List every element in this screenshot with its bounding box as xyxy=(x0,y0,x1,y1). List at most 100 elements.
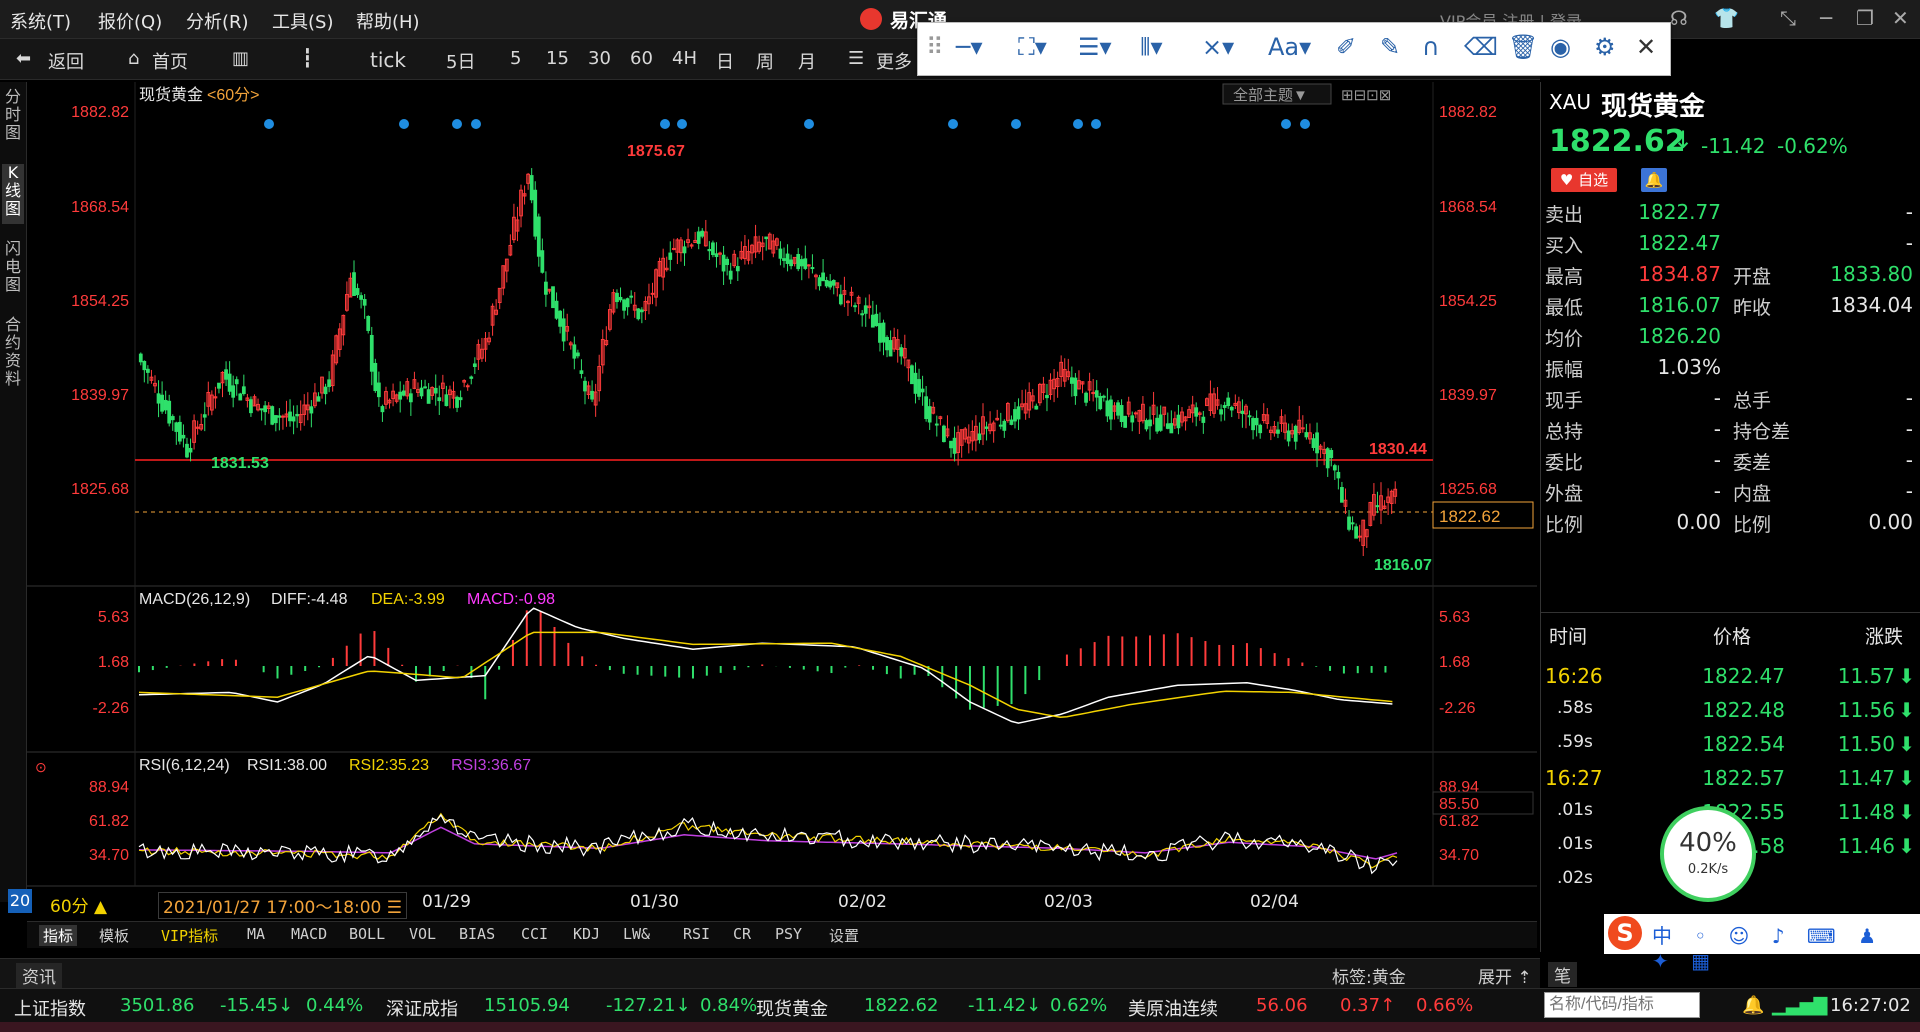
notes-tab[interactable]: 笔 xyxy=(1548,962,1577,987)
sogou-logo-icon[interactable]: S xyxy=(1608,916,1642,950)
tab-timeshare[interactable]: 分时图 xyxy=(2,88,24,148)
event-dot[interactable] xyxy=(399,119,409,129)
tab-boll[interactable]: BOLL xyxy=(349,925,385,943)
bar-chart-icon[interactable]: ▥ xyxy=(232,48,249,69)
period-5[interactable]: 5 xyxy=(510,48,521,69)
home-icon[interactable]: ⌂ xyxy=(128,48,139,69)
event-markers[interactable] xyxy=(264,119,1310,129)
ticker-name[interactable]: 美原油连续 xyxy=(1128,995,1218,1021)
tab-template[interactable]: 模板 xyxy=(99,925,129,946)
menu-quote[interactable]: 报价(Q) xyxy=(98,8,162,34)
menu-analysis[interactable]: 分析(R) xyxy=(186,8,249,34)
period-selector[interactable]: 60分 ▲ xyxy=(50,892,107,917)
tab-psy[interactable]: PSY xyxy=(775,925,802,943)
menu-help[interactable]: 帮助(H) xyxy=(356,8,420,34)
time-range-label[interactable]: 2021/01/27 17:00～18:00 ☰ xyxy=(158,892,408,919)
period-day[interactable]: 日 xyxy=(716,48,734,74)
pattern-tool-icon[interactable]: ⨯▾ xyxy=(1202,33,1234,61)
menu-tools[interactable]: 工具(S) xyxy=(272,8,333,34)
ticker-name[interactable]: 上证指数 xyxy=(14,995,86,1021)
event-dot[interactable] xyxy=(1011,119,1021,129)
settings-icon[interactable]: ⚙ xyxy=(1594,33,1616,61)
tab-kline[interactable]: K线图 xyxy=(2,164,24,224)
ime-toolbar[interactable]: S 中 ◦ ☺ ♪ ⌨ ♟ ✦ ▦ xyxy=(1604,914,1920,973)
text-tool-icon[interactable]: Aa▾ xyxy=(1268,33,1311,61)
theme-button[interactable]: 全部主题▼ xyxy=(1233,86,1308,104)
period-selector-label[interactable]: 60分 xyxy=(50,897,89,917)
ticker-name[interactable]: 现货黄金 xyxy=(756,995,828,1021)
tab-contract-info[interactable]: 合约资料 xyxy=(2,316,24,396)
tab-kdj[interactable]: KDJ xyxy=(573,925,600,943)
line-tool-icon[interactable]: ─▾ xyxy=(956,33,983,61)
period-30[interactable]: 30 xyxy=(588,48,611,69)
rect-tool-icon[interactable]: ⛶▾ xyxy=(1018,33,1047,61)
period-15[interactable]: 15 xyxy=(546,48,569,69)
tab-macd[interactable]: MACD xyxy=(291,925,327,943)
period-4h[interactable]: 4H xyxy=(672,48,697,69)
menu-icon[interactable]: ☰ xyxy=(387,898,402,918)
restore-icon[interactable]: ❐ xyxy=(1856,6,1874,30)
tab-cci[interactable]: CCI xyxy=(521,925,548,943)
menu-system[interactable]: 系统(T) xyxy=(10,8,71,34)
back-button[interactable]: 返回 xyxy=(48,48,84,74)
tab-ma[interactable]: MA xyxy=(247,925,265,943)
event-dot[interactable] xyxy=(471,119,481,129)
candle-icon[interactable]: ┇ xyxy=(302,48,313,69)
event-dot[interactable] xyxy=(1091,119,1101,129)
tab-settings[interactable]: 设置 xyxy=(829,925,859,946)
close-icon[interactable]: ✕ xyxy=(1892,6,1909,30)
list-icon[interactable]: ☰ xyxy=(848,48,864,69)
ruler-icon[interactable]: ✐ xyxy=(1336,33,1356,61)
fib-tool-icon[interactable]: ☰▾ xyxy=(1078,33,1112,61)
shrink-icon[interactable]: ⤡ xyxy=(1780,6,1796,30)
tab-lw[interactable]: LW& xyxy=(623,925,650,943)
network-speed-gauge[interactable]: 40% 0.2K/s xyxy=(1660,806,1756,902)
bell-icon[interactable]: 🔔 xyxy=(1641,168,1667,192)
tab-bias[interactable]: BIAS xyxy=(459,925,495,943)
event-dot[interactable] xyxy=(660,119,670,129)
event-dot[interactable] xyxy=(948,119,958,129)
pen-icon[interactable]: ✎ xyxy=(1380,33,1400,61)
tab-flash[interactable]: 闪电图 xyxy=(2,240,24,300)
period-week[interactable]: 周 xyxy=(756,48,774,74)
event-dot[interactable] xyxy=(1281,119,1291,129)
tab-rsi[interactable]: RSI xyxy=(683,925,710,943)
event-dot[interactable] xyxy=(264,119,274,129)
eye-icon[interactable]: ◉ xyxy=(1550,33,1571,61)
period-60[interactable]: 60 xyxy=(630,48,653,69)
magnet-icon[interactable]: ∩ xyxy=(1422,33,1440,61)
tick-button[interactable]: tick xyxy=(370,48,406,72)
back-arrow-icon[interactable]: ⬅ xyxy=(16,48,31,69)
period-5d[interactable]: 5日 xyxy=(446,48,475,74)
drag-handle-icon[interactable]: ⠿ xyxy=(926,33,944,61)
tab-vip-indicator[interactable]: VIP指标 xyxy=(161,925,218,946)
tab-cr[interactable]: CR xyxy=(733,925,751,943)
minimize-icon[interactable]: ─ xyxy=(1820,6,1832,30)
event-dot[interactable] xyxy=(804,119,814,129)
period-month[interactable]: 月 xyxy=(798,48,816,74)
ime-tools-icons[interactable]: 中 ◦ ☺ ♪ ⌨ ♟ ✦ ▦ xyxy=(1652,920,1920,973)
close-drawbar-icon[interactable]: ✕ xyxy=(1636,33,1656,61)
channel-tool-icon[interactable]: ⦀▾ xyxy=(1140,33,1163,61)
period-count-badge[interactable]: 20 xyxy=(8,889,32,913)
skin-icon[interactable]: 👕 xyxy=(1714,6,1739,30)
event-dot[interactable] xyxy=(1073,119,1083,129)
event-dot[interactable] xyxy=(677,119,687,129)
news-tab[interactable]: 资讯 xyxy=(16,963,62,988)
ticker-name[interactable]: 深证成指 xyxy=(386,995,458,1021)
tab-vol[interactable]: VOL xyxy=(409,925,436,943)
chart-layout-icons[interactable]: ⊞⊟⊡⊠ xyxy=(1341,87,1391,104)
tab-indicator[interactable]: 指标 xyxy=(39,925,78,946)
eraser-icon[interactable]: ⌫ xyxy=(1464,33,1498,61)
home-button[interactable]: 首页 xyxy=(152,48,188,74)
notification-bell-icon[interactable]: 🔔 xyxy=(1742,995,1764,1016)
news-expand-button[interactable]: 展开 ⇡ xyxy=(1478,963,1532,988)
kline-chart[interactable]: 现货黄金 <60分> 全部主题▼ ⊞⊟⊡⊠ 1882.82 1868.54 18… xyxy=(27,82,1537,892)
favorite-button[interactable]: ♥ 自选 xyxy=(1551,168,1617,192)
headset-icon[interactable]: ☊ xyxy=(1670,6,1688,30)
indicator-settings-icon[interactable]: ⊙ xyxy=(35,759,47,775)
more-button[interactable]: 更多 xyxy=(876,48,912,74)
event-dot[interactable] xyxy=(1300,119,1310,129)
search-input[interactable] xyxy=(1544,992,1700,1018)
event-dot[interactable] xyxy=(452,119,462,129)
